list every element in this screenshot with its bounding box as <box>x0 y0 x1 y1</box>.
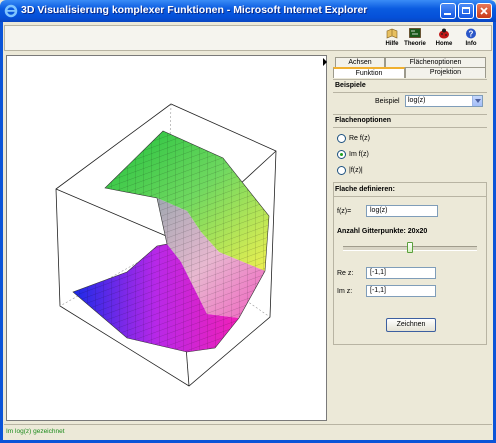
tab-divider <box>333 79 487 80</box>
radio-im-fz[interactable] <box>337 150 346 159</box>
grid-points-label: Anzahl Gitterpunkte: 20x20 <box>337 228 428 235</box>
fz-label: f(z)= <box>337 208 352 215</box>
beispiel-select[interactable]: log(z) <box>405 95 483 107</box>
collapse-arrow-icon[interactable] <box>323 58 327 66</box>
window-title: 3D Visualisierung komplexer Funktionen -… <box>21 4 368 16</box>
beispiele-title: Beispiele <box>335 82 366 89</box>
minimize-button[interactable] <box>440 3 456 19</box>
ie-logo-icon <box>4 4 18 18</box>
grid-slider-thumb[interactable] <box>407 242 413 253</box>
section-divider <box>333 114 487 115</box>
info-icon: ? <box>466 28 476 39</box>
beispiele-divider <box>333 92 487 93</box>
tab-projektion[interactable]: Projektion <box>405 67 486 78</box>
close-button[interactable] <box>476 3 492 19</box>
svg-text:?: ? <box>469 30 474 39</box>
control-panel: Achsen Flächenoptionen Funktion Projekti… <box>331 55 490 421</box>
status-bar: Im log(z) gezeichnet <box>4 424 492 439</box>
radio-re-fz[interactable] <box>337 134 346 143</box>
radio-abs-fz-label: |f(z)| <box>349 167 363 174</box>
re-z-label: Re z: <box>337 270 354 277</box>
zeichnen-button[interactable]: Zeichnen <box>386 318 436 332</box>
fz-input[interactable]: log(z) <box>366 205 438 217</box>
flaechenoptionen-title: Flachenoptionen <box>335 117 391 124</box>
beispiel-label: Beispiel <box>375 98 400 105</box>
beispiel-select-value: log(z) <box>408 97 426 104</box>
info-button[interactable]: ? Info <box>457 26 485 52</box>
info-label: Info <box>465 41 477 47</box>
theory-button[interactable]: Theorie <box>401 26 429 52</box>
close-icon <box>480 7 488 15</box>
surface-plot[interactable] <box>7 56 326 420</box>
radio-im-fz-label: Im f(z) <box>349 151 369 158</box>
maximize-button[interactable] <box>458 3 474 19</box>
home-ladybug-icon <box>439 28 449 39</box>
re-z-input[interactable]: [-1,1] <box>366 267 436 279</box>
tab-funktion[interactable]: Funktion <box>333 67 405 78</box>
flaechenoptionen-divider <box>333 127 487 128</box>
radio-abs-fz[interactable] <box>337 166 346 175</box>
maximize-icon <box>462 7 470 14</box>
plot-canvas[interactable] <box>6 55 327 421</box>
title-bar: 3D Visualisierung komplexer Funktionen -… <box>0 0 496 22</box>
flaeche-title: Flache definieren: <box>335 186 395 193</box>
status-text: Im log(z) gezeichnet <box>6 428 65 435</box>
toolbar: Hilfe Theorie Home ? Info <box>4 25 492 51</box>
minimize-icon <box>444 13 451 15</box>
im-z-label: Im z: <box>337 288 353 295</box>
theory-board-icon <box>409 28 421 38</box>
surface-mesh <box>73 131 269 352</box>
radio-re-fz-label: Re f(z) <box>349 135 370 142</box>
home-button[interactable]: Home <box>430 26 458 52</box>
flaeche-divider <box>333 196 487 197</box>
im-z-input[interactable]: [-1,1] <box>366 285 436 297</box>
chevron-down-icon[interactable] <box>472 96 482 106</box>
help-book-icon <box>386 28 398 39</box>
